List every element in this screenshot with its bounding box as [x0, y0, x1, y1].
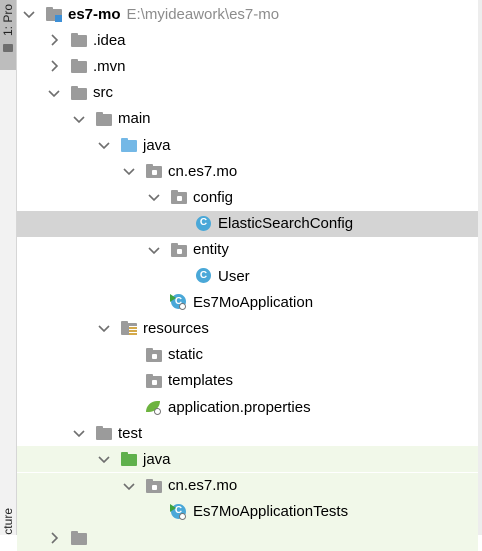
tree-item-label: .mvn	[93, 57, 126, 75]
folder-icon	[95, 111, 113, 127]
chevron-down-icon[interactable]	[70, 113, 88, 125]
chevron-right-icon[interactable]	[45, 34, 63, 46]
chevron-down-icon[interactable]	[95, 322, 113, 334]
tree-row[interactable]: config	[17, 184, 478, 210]
tree-item-label: java	[143, 450, 171, 468]
folder-icon	[70, 530, 88, 546]
tree-item-label: Es7MoApplication	[193, 293, 314, 311]
package-icon	[145, 478, 163, 494]
folder-icon	[95, 425, 113, 441]
package-icon	[145, 347, 163, 363]
tree-row[interactable]: main	[17, 106, 478, 132]
tree-row[interactable]: .mvn	[17, 53, 478, 79]
folder-icon	[70, 85, 88, 101]
chevron-down-icon[interactable]	[95, 139, 113, 151]
tree-item-label: java	[143, 136, 171, 154]
tree-item-label: resources	[143, 319, 209, 337]
tree-row[interactable]: templates	[17, 368, 478, 394]
tree-item-label: cn.es7.mo	[168, 162, 238, 180]
project-tool-tab[interactable]: 1: Pro	[0, 0, 16, 70]
resources-folder-icon	[120, 320, 138, 336]
tree-row[interactable]: src	[17, 80, 478, 106]
folder-icon	[70, 58, 88, 74]
module-folder-icon	[45, 6, 63, 22]
project-path-hint: E:\myideawork\es7-mo	[126, 5, 280, 23]
tree-row[interactable]: es7-mo E:\myideawork\es7-mo	[17, 1, 478, 27]
tree-item-label: cn.es7.mo	[168, 477, 238, 495]
package-icon	[170, 242, 188, 258]
tree-row[interactable]: .idea	[17, 27, 478, 53]
chevron-down-icon[interactable]	[95, 453, 113, 465]
chevron-down-icon[interactable]	[120, 480, 138, 492]
tree-row[interactable]: test	[17, 420, 478, 446]
tree-item-label: config	[193, 188, 234, 206]
tree-row[interactable]: static	[17, 342, 478, 368]
chevron-down-icon[interactable]	[45, 87, 63, 99]
tree-item-label: static	[168, 346, 204, 364]
vertical-scrollbar[interactable]	[478, 0, 482, 535]
source-root-folder-icon	[120, 137, 138, 153]
tree-row[interactable]: C User	[17, 263, 478, 289]
chevron-down-icon[interactable]	[145, 191, 163, 203]
tree-row[interactable]: C Es7MoApplicationTests	[17, 498, 478, 525]
chevron-right-icon[interactable]	[45, 60, 63, 72]
tree-item-label: ElasticSearchConfig	[218, 215, 354, 233]
tree-item-label: test	[118, 424, 143, 442]
test-root-folder-icon	[120, 451, 138, 467]
tree-row[interactable]: C Es7MoApplication	[17, 289, 478, 315]
package-icon	[145, 373, 163, 389]
tree-item-label: templates	[168, 372, 234, 390]
chevron-down-icon[interactable]	[70, 427, 88, 439]
tree-row[interactable]: C ElasticSearchConfig	[17, 210, 478, 237]
folder-icon	[3, 44, 13, 52]
chevron-right-icon[interactable]	[45, 532, 63, 544]
tree-item-label: es7-mo	[68, 5, 121, 23]
chevron-down-icon[interactable]	[145, 244, 163, 256]
tool-window-strip: 1: Pro cture	[0, 0, 17, 535]
tree-row[interactable]: entity	[17, 237, 478, 263]
tree-item-label: entity	[193, 241, 229, 259]
spring-boot-class-icon: C	[170, 294, 188, 311]
structure-tab-label: cture	[1, 508, 15, 535]
tree-item-label: application.properties	[168, 398, 311, 416]
tree-item-label: .idea	[93, 31, 126, 49]
folder-icon	[70, 32, 88, 48]
tree-item-label: main	[118, 110, 151, 128]
tree-row[interactable]: cn.es7.mo	[17, 158, 478, 184]
tree-item-label: User	[218, 267, 250, 285]
project-tab-label: 1: Pro	[2, 3, 14, 36]
structure-tool-tab[interactable]: cture	[0, 495, 16, 535]
spring-boot-test-class-icon: C	[170, 503, 188, 520]
java-class-icon: C	[195, 268, 213, 284]
tree-row[interactable]: java	[17, 132, 478, 158]
chevron-down-icon[interactable]	[20, 8, 38, 20]
package-icon	[170, 189, 188, 205]
tree-row[interactable]: resources	[17, 315, 478, 341]
tree-row[interactable]: java	[17, 446, 478, 473]
tree-item-label: src	[93, 84, 113, 102]
tree-item-label: Es7MoApplicationTests	[193, 503, 349, 521]
tree-row[interactable]: application.properties	[17, 394, 478, 420]
chevron-down-icon[interactable]	[120, 165, 138, 177]
package-icon	[145, 163, 163, 179]
tree-row[interactable]	[17, 525, 478, 551]
java-class-icon: C	[195, 215, 213, 232]
spring-properties-icon	[145, 399, 163, 415]
tree-row[interactable]: cn.es7.mo	[17, 472, 478, 499]
